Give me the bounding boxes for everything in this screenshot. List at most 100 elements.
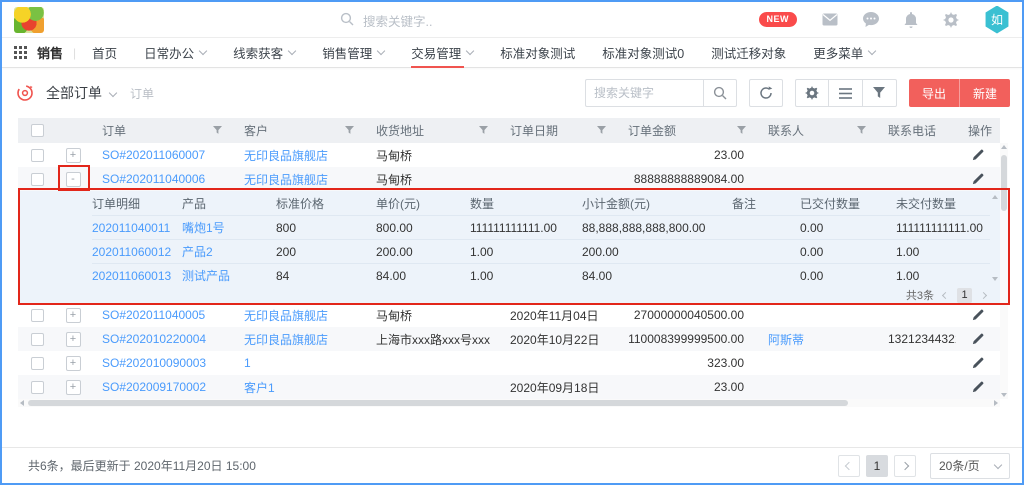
dcol-product: 产品 xyxy=(182,195,276,212)
gear-icon[interactable] xyxy=(943,12,959,28)
nav-item-sales-management[interactable]: 销售管理 xyxy=(322,38,384,68)
detail-line-link[interactable]: 202011040011 xyxy=(92,221,170,235)
col-amount: 订单金额 xyxy=(628,122,676,139)
customer-link[interactable]: 无印良品旗舰店 xyxy=(244,149,328,163)
edit-icon[interactable] xyxy=(956,357,1000,369)
user-avatar[interactable]: 如 xyxy=(984,6,1010,34)
detail-prev-page-button[interactable] xyxy=(943,293,948,298)
order-link[interactable]: SO#202010090003 xyxy=(102,356,206,370)
row-checkbox[interactable] xyxy=(31,381,44,394)
chevron-right-icon xyxy=(901,461,909,469)
qty-cell: 1.00 xyxy=(470,245,582,259)
detail-pagination: 共3条 1 xyxy=(92,287,990,303)
settings-button[interactable] xyxy=(795,79,829,107)
view-selector[interactable]: 全部订单 xyxy=(46,83,102,103)
current-page[interactable]: 1 xyxy=(866,455,888,477)
detail-row: 202011060012 产品2 200 200.00 1.00 200.00 … xyxy=(92,239,990,263)
nav-item-test-migration-object[interactable]: 测试迁移对象 xyxy=(711,38,786,68)
customer-link[interactable]: 客户1 xyxy=(244,381,275,395)
scrollbar-thumb[interactable] xyxy=(28,400,848,406)
scroll-left-icon xyxy=(20,400,24,406)
chevron-down-icon xyxy=(377,47,385,55)
bell-icon[interactable] xyxy=(904,12,918,28)
funnel-icon[interactable] xyxy=(479,126,488,135)
edit-icon[interactable] xyxy=(956,149,1000,161)
next-page-button[interactable] xyxy=(894,455,916,477)
chevron-down-icon[interactable] xyxy=(109,89,117,97)
page-size-select[interactable]: 20条/页 xyxy=(930,453,1010,479)
nav-item-lead-acquisition[interactable]: 线索获客 xyxy=(233,38,295,68)
funnel-icon[interactable] xyxy=(597,126,606,135)
edit-icon[interactable] xyxy=(956,333,1000,345)
mail-icon[interactable] xyxy=(822,13,838,26)
nav-item-trade-management[interactable]: 交易管理 xyxy=(411,38,473,68)
nav-item-home[interactable]: 首页 xyxy=(92,38,117,68)
funnel-icon[interactable] xyxy=(737,126,746,135)
product-link[interactable]: 嘴炮1号 xyxy=(182,221,225,235)
product-link[interactable]: 产品2 xyxy=(182,245,213,259)
row-checkbox[interactable] xyxy=(31,357,44,370)
export-button[interactable]: 导出 xyxy=(909,79,959,107)
app-name[interactable]: 销售 xyxy=(37,43,63,62)
vertical-scrollbar[interactable] xyxy=(1000,143,1008,399)
undelivered-cell: 1.00 xyxy=(896,245,1002,259)
detail-next-page-button[interactable] xyxy=(981,293,986,298)
order-link[interactable]: SO#202011040005 xyxy=(102,308,205,322)
nav-item-standard-object-test[interactable]: 标准对象测试 xyxy=(500,38,575,68)
funnel-icon[interactable] xyxy=(213,126,222,135)
app-logo[interactable] xyxy=(14,7,44,33)
edit-icon[interactable] xyxy=(956,381,1000,393)
edit-icon[interactable] xyxy=(956,173,1000,185)
funnel-icon[interactable] xyxy=(857,126,866,135)
col-address: 收货地址 xyxy=(376,122,424,139)
address-cell: 上海市xxx路xxx号xxx xyxy=(364,331,498,348)
contact-link[interactable]: 阿斯蒂 xyxy=(768,333,804,347)
global-search[interactable]: 搜索关键字.. xyxy=(340,2,432,38)
expand-toggle[interactable]: + xyxy=(66,332,81,347)
detail-current-page[interactable]: 1 xyxy=(957,288,972,303)
order-link[interactable]: SO#202009170002 xyxy=(102,380,206,394)
refresh-button[interactable] xyxy=(749,79,783,107)
filter-button[interactable] xyxy=(863,79,897,107)
row-checkbox[interactable] xyxy=(31,309,44,322)
list-search-input[interactable] xyxy=(585,79,703,107)
expand-toggle[interactable]: + xyxy=(66,308,81,323)
detail-line-link[interactable]: 202011060013 xyxy=(92,269,171,283)
col-phone: 联系电话 xyxy=(888,122,936,139)
edit-icon[interactable] xyxy=(956,309,1000,321)
nav-item-more-menu[interactable]: 更多菜单 xyxy=(813,38,875,68)
select-all-checkbox[interactable] xyxy=(31,124,44,137)
order-link[interactable]: SO#202010220004 xyxy=(102,332,206,346)
list-view-button[interactable] xyxy=(829,79,863,107)
order-link[interactable]: SO#202011060007 xyxy=(102,148,205,162)
expand-toggle[interactable]: + xyxy=(66,380,81,395)
list-search-button[interactable] xyxy=(703,79,737,107)
chat-icon[interactable] xyxy=(863,12,879,27)
detail-row: 202011040011 嘴炮1号 800 800.00 11111111111… xyxy=(92,215,990,239)
row-checkbox[interactable] xyxy=(31,333,44,346)
scrollbar-thumb[interactable] xyxy=(1001,155,1007,211)
row-checkbox[interactable] xyxy=(31,173,44,186)
detail-scrollbar[interactable] xyxy=(991,195,998,281)
detail-line-link[interactable]: 202011060012 xyxy=(92,245,171,259)
funnel-icon[interactable] xyxy=(345,126,354,135)
nav-item-daily-office[interactable]: 日常办公 xyxy=(144,38,206,68)
expand-toggle[interactable]: + xyxy=(66,356,81,371)
order-link[interactable]: SO#202011040006 xyxy=(102,172,205,186)
collapse-toggle[interactable]: - xyxy=(66,172,81,187)
create-button[interactable]: 新建 xyxy=(959,79,1010,107)
qty-cell: 111111111111.00 xyxy=(470,221,582,235)
app-launcher-icon[interactable] xyxy=(14,46,27,59)
nav-item-standard-object-test0[interactable]: 标准对象测试0 xyxy=(602,38,684,68)
row-checkbox[interactable] xyxy=(31,149,44,162)
customer-link[interactable]: 无印良品旗舰店 xyxy=(244,333,328,347)
address-cell: 马甸桥 xyxy=(364,307,498,324)
expand-toggle[interactable]: + xyxy=(66,148,81,163)
product-link[interactable]: 测试产品 xyxy=(182,269,230,283)
prev-page-button[interactable] xyxy=(838,455,860,477)
customer-link[interactable]: 无印良品旗舰店 xyxy=(244,173,328,187)
customer-link[interactable]: 无印良品旗舰店 xyxy=(244,309,328,323)
search-icon xyxy=(340,12,354,29)
customer-link[interactable]: 1 xyxy=(244,356,251,370)
horizontal-scrollbar[interactable] xyxy=(18,399,1000,407)
